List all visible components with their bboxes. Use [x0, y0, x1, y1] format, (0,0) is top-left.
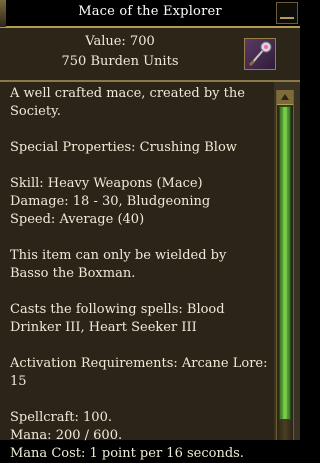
item-header: Value: 700 750 Burden Units — [0, 28, 300, 82]
desc-line: Activation Requirements: Arcane Lore: 15 — [10, 356, 268, 389]
item-value: Value: 700 — [85, 34, 155, 49]
item-burden: 750 Burden Units — [61, 54, 179, 69]
desc-line: Skill: Heavy Weapons (Mace) — [10, 176, 203, 191]
desc-line: Speed: Average (40) — [10, 212, 145, 227]
title-bar[interactable]: Mace of the Explorer — [0, 0, 300, 28]
desc-line: This item can only be wielded by Basso t… — [10, 248, 227, 281]
desc-line: Mana Cost: 1 point per 16 seconds. — [10, 446, 244, 461]
desc-line: Spellcraft: 100. — [10, 410, 112, 425]
scroll-thumb[interactable] — [279, 106, 291, 420]
minimize-button[interactable] — [276, 2, 298, 24]
desc-line: Special Properties: Crushing Blow — [10, 140, 237, 155]
item-window: Mace of the Explorer Value: 700 750 Burd… — [0, 0, 300, 461]
desc-line: Mana: 200 / 600. — [10, 428, 123, 443]
scroll-up-arrow-icon[interactable] — [277, 90, 293, 105]
desc-line: A well crafted mace, created by the Soci… — [10, 86, 245, 119]
mace-icon — [244, 38, 276, 70]
window-title: Mace of the Explorer — [78, 4, 222, 19]
item-description: A well crafted mace, created by the Soci… — [0, 82, 274, 461]
desc-line: Damage: 18 - 30, Bludgeoning — [10, 194, 211, 209]
desc-line: Casts the following spells: Blood Drinke… — [10, 302, 225, 335]
vertical-scrollbar[interactable] — [276, 90, 294, 440]
